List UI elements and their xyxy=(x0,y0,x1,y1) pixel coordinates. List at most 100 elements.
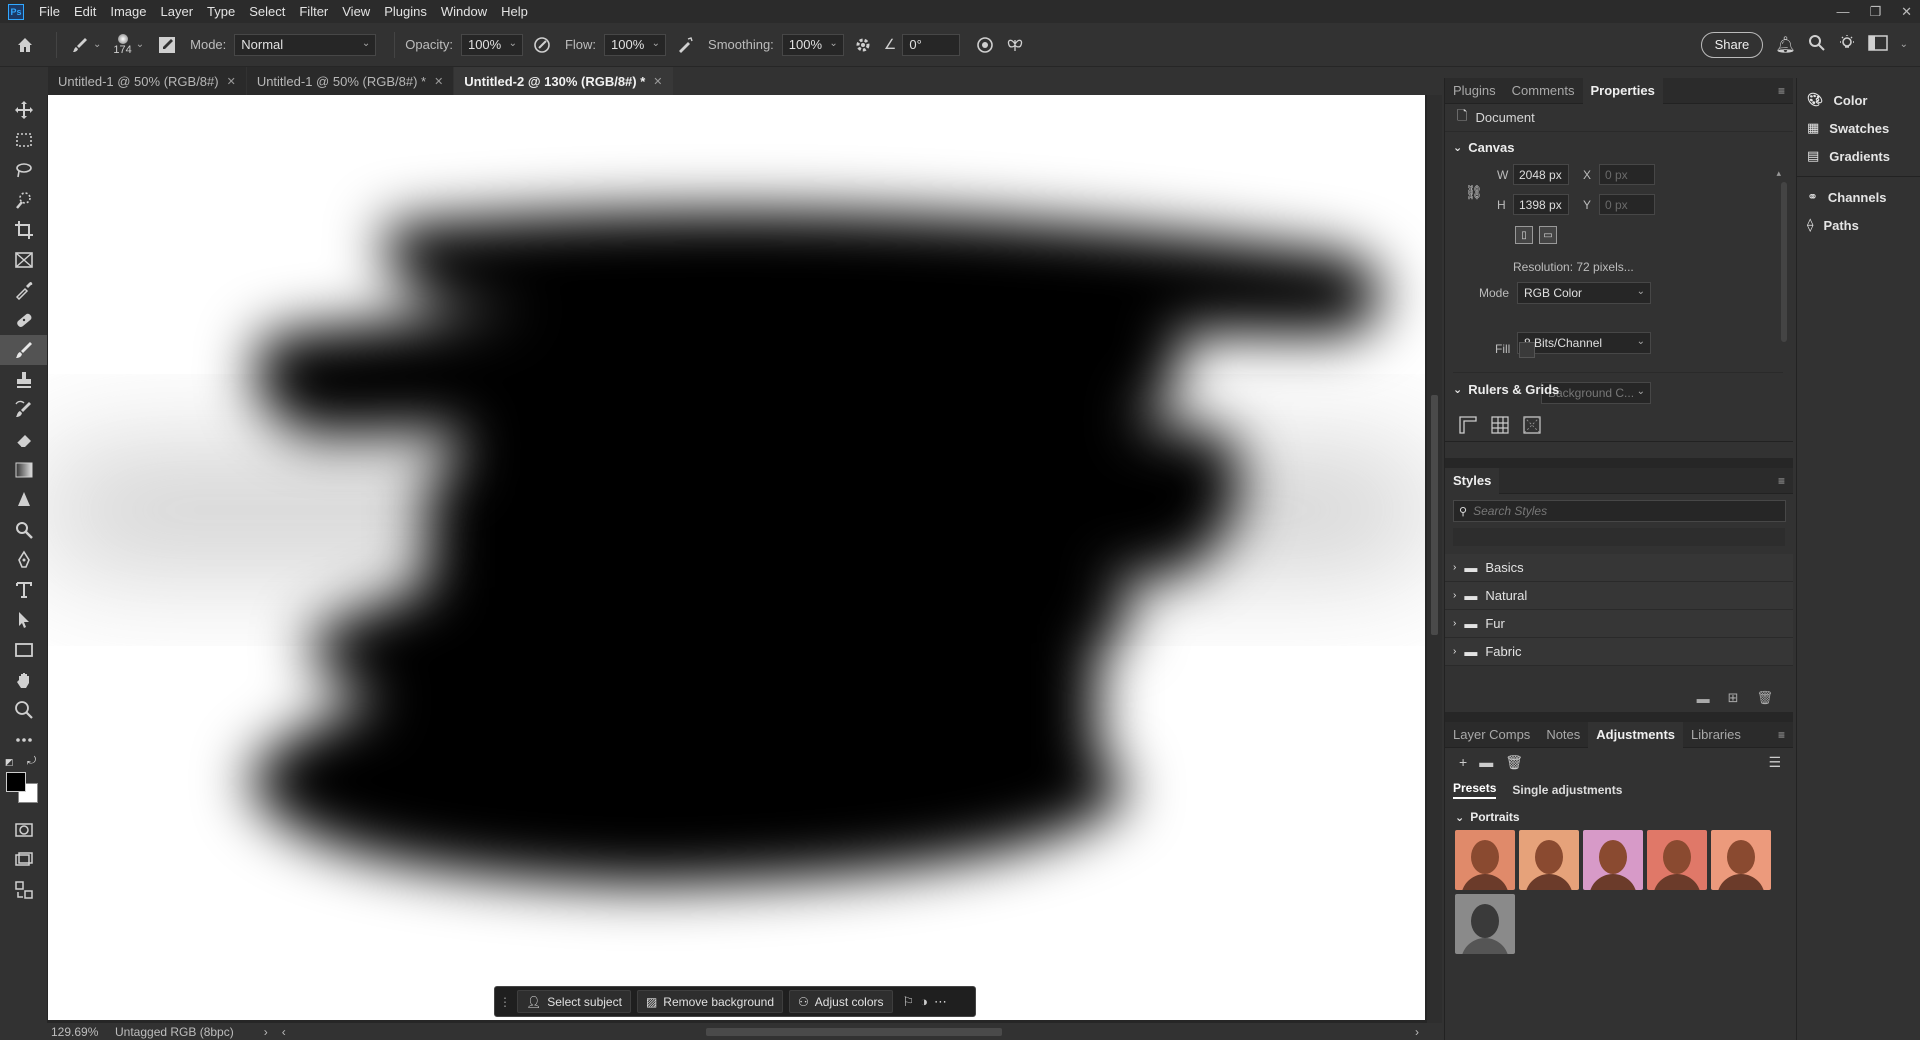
symmetry-butterfly-icon[interactable] xyxy=(1002,32,1028,58)
y-input[interactable]: 0 px xyxy=(1599,194,1655,215)
bell-icon[interactable]: 🔔︎ xyxy=(1775,35,1795,55)
remove-background-button[interactable]: ▨ Remove background xyxy=(636,990,784,1013)
opacity-input[interactable]: 100% ⌄ xyxy=(460,33,523,56)
panel-menu-icon[interactable]: ≡ xyxy=(1778,474,1785,488)
tab-styles[interactable]: Styles xyxy=(1445,467,1500,494)
properties-scrollbar[interactable] xyxy=(1781,182,1787,342)
path-selection-tool-icon[interactable] xyxy=(0,605,47,635)
select-subject-button[interactable]: 👤︎ Select subject xyxy=(517,990,631,1013)
link-icon[interactable]: ⛓ xyxy=(1465,184,1483,201)
lasso-tool-icon[interactable] xyxy=(0,155,47,185)
quick-mask-icon[interactable] xyxy=(0,815,47,845)
close-icon[interactable]: ✕ xyxy=(227,75,236,88)
trash-icon[interactable]: 🗑︎ xyxy=(1505,754,1523,771)
chevron-left-icon[interactable]: ‹ xyxy=(282,1025,286,1039)
share-button[interactable]: Share xyxy=(1700,31,1764,58)
edit-toolbar-icon[interactable] xyxy=(0,875,47,905)
brush-tool-icon[interactable] xyxy=(0,335,47,365)
folder-basics[interactable]: › ▬ Basics xyxy=(1445,554,1793,582)
zoom-level[interactable]: 129.69% xyxy=(47,1025,103,1039)
pressure-size-icon[interactable] xyxy=(972,32,998,58)
screen-mode-icon[interactable] xyxy=(0,845,47,875)
subtab-single-adjustments[interactable]: Single adjustments xyxy=(1512,783,1622,797)
preset-thumbnail[interactable] xyxy=(1455,894,1515,954)
new-group-folder-icon[interactable]: ▬ xyxy=(1697,691,1710,706)
tab-notes[interactable]: Notes xyxy=(1538,722,1588,748)
landscape-orientation-icon[interactable]: ▭ xyxy=(1539,226,1557,244)
zoom-tool-icon[interactable] xyxy=(0,695,47,725)
menu-file[interactable]: File xyxy=(32,4,67,19)
folder-natural[interactable]: › ▬ Natural xyxy=(1445,582,1793,610)
menu-plugins[interactable]: Plugins xyxy=(377,4,434,19)
brush-size-picker[interactable]: 174 xyxy=(113,33,132,56)
pixel-grid-icon[interactable] xyxy=(1523,415,1541,434)
minimize-icon[interactable]: — xyxy=(1836,4,1849,19)
chevron-down-icon[interactable]: ⌄ xyxy=(1900,39,1908,50)
menu-window[interactable]: Window xyxy=(434,4,494,19)
menu-type[interactable]: Type xyxy=(200,4,242,19)
more-options-icon[interactable]: ⋯ xyxy=(934,994,947,1010)
x-input[interactable]: 0 px xyxy=(1599,164,1655,185)
document-canvas[interactable] xyxy=(48,95,1425,1020)
new-style-icon[interactable]: ⊞ xyxy=(1728,690,1739,706)
pen-tool-icon[interactable] xyxy=(0,545,47,575)
brush-settings-icon[interactable] xyxy=(154,32,180,58)
styles-search-input[interactable]: ⚲ Search Styles xyxy=(1453,500,1786,522)
menu-image[interactable]: Image xyxy=(103,4,153,19)
close-icon[interactable]: ✕ xyxy=(1901,4,1912,20)
list-view-icon[interactable]: ☰ xyxy=(1768,754,1781,771)
foreground-color-swatch[interactable] xyxy=(6,772,26,792)
menu-select[interactable]: Select xyxy=(242,4,292,19)
lightbulb-icon[interactable] xyxy=(1838,34,1856,55)
clone-stamp-tool-icon[interactable] xyxy=(0,365,47,395)
search-icon[interactable] xyxy=(1808,34,1826,55)
menu-view[interactable]: View xyxy=(335,4,377,19)
menu-edit[interactable]: Edit xyxy=(67,4,103,19)
close-icon[interactable]: ✕ xyxy=(653,75,662,88)
tab-comments[interactable]: Comments xyxy=(1504,78,1583,104)
tab-untitled-2[interactable]: Untitled-2 @ 130% (RGB/8#) * ✕ xyxy=(454,67,673,95)
blur-tool-icon[interactable] xyxy=(0,485,47,515)
tab-properties[interactable]: Properties xyxy=(1582,77,1663,104)
gear-icon[interactable] xyxy=(850,32,876,58)
tab-adjustments[interactable]: Adjustments xyxy=(1588,721,1684,748)
flow-input[interactable]: 100% ⌄ xyxy=(604,33,667,56)
smoothing-input[interactable]: 100% ⌄ xyxy=(781,33,844,56)
crop-tool-icon[interactable] xyxy=(0,215,47,245)
preset-thumbnail[interactable] xyxy=(1647,830,1707,890)
folder-fur[interactable]: › ▬ Fur xyxy=(1445,610,1793,638)
move-tool-icon[interactable] xyxy=(0,95,47,125)
contrast-icon[interactable]: ◑ xyxy=(920,994,928,1009)
flag-icon[interactable]: ⚐ xyxy=(903,994,915,1010)
chevron-down-icon[interactable]: ⌄ xyxy=(93,39,101,50)
hand-tool-icon[interactable] xyxy=(0,665,47,695)
tab-untitled-1-a[interactable]: Untitled-1 @ 50% (RGB/8#) ✕ xyxy=(48,67,246,95)
eyedropper-tool-icon[interactable] xyxy=(0,275,47,305)
ruler-icon[interactable] xyxy=(1459,415,1477,434)
restore-icon[interactable]: ❐ xyxy=(1869,4,1881,20)
rectangle-tool-icon[interactable] xyxy=(0,635,47,665)
scrollbar-thumb[interactable] xyxy=(1431,395,1438,635)
preset-thumbnail[interactable] xyxy=(1711,830,1771,890)
preset-thumbnail[interactable] xyxy=(1583,830,1643,890)
vertical-scrollbar[interactable] xyxy=(1427,95,1442,1023)
dock-channels[interactable]: ⚭ Channels xyxy=(1797,183,1920,211)
panel-menu-icon[interactable]: ≡ xyxy=(1778,84,1785,98)
dock-gradients[interactable]: ▤ Gradients xyxy=(1797,142,1920,170)
width-input[interactable]: 2048 px xyxy=(1513,164,1569,185)
tab-untitled-1-b[interactable]: Untitled-1 @ 50% (RGB/8#) * ✕ xyxy=(246,67,454,95)
folder-fabric[interactable]: › ▬ Fabric xyxy=(1445,638,1793,666)
dock-paths[interactable]: ⟠ Paths xyxy=(1797,211,1920,239)
airbrush-icon[interactable] xyxy=(672,32,698,58)
tab-libraries[interactable]: Libraries xyxy=(1683,722,1749,748)
tab-plugins[interactable]: Plugins xyxy=(1445,78,1504,104)
horizontal-scrollbar[interactable] xyxy=(705,1027,1002,1036)
menu-filter[interactable]: Filter xyxy=(292,4,335,19)
chevron-up-icon[interactable]: ▴ xyxy=(1776,168,1781,179)
preset-thumbnail[interactable] xyxy=(1455,830,1515,890)
pressure-opacity-icon[interactable] xyxy=(529,32,555,58)
trash-icon[interactable]: 🗑︎ xyxy=(1756,690,1773,706)
close-icon[interactable]: ✕ xyxy=(434,75,443,88)
default-colors-icon[interactable]: ◩ xyxy=(5,757,14,768)
canvas-section-header[interactable]: ⌄ Canvas xyxy=(1445,132,1793,162)
